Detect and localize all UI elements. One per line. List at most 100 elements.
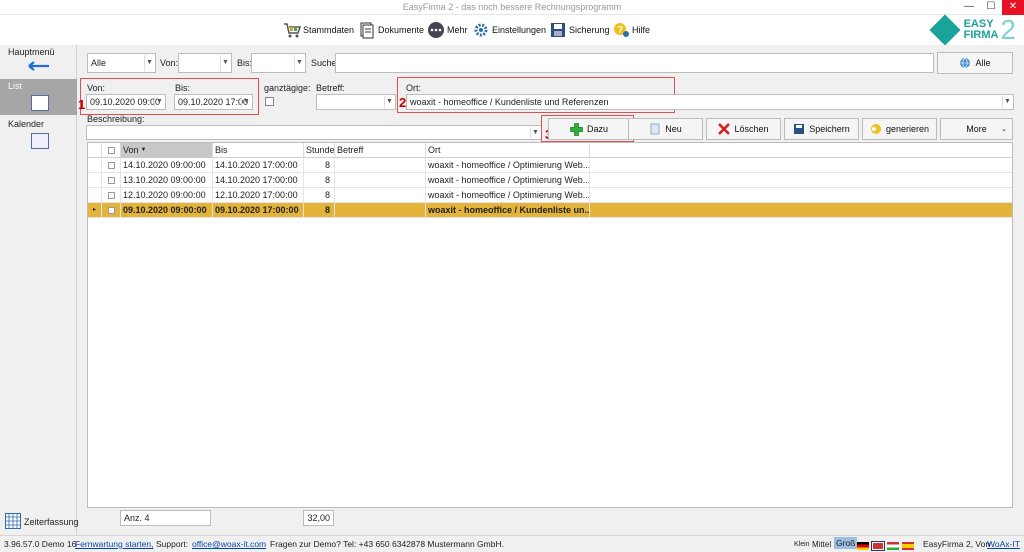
filter-von-date[interactable]: ▼: [178, 53, 232, 73]
flag-es-icon[interactable]: [902, 541, 914, 550]
table-row[interactable]: 12.10.2020 09:00:00 12.10.2020 17:00:00 …: [88, 188, 1012, 203]
cell-von: 09.10.2020 09:00:00: [121, 203, 213, 218]
timesheet-grid-icon[interactable]: [5, 513, 21, 529]
sidebar-calendar-label[interactable]: Kalender: [8, 119, 44, 129]
toolbar-stammdaten-label: Stammdaten: [303, 25, 355, 35]
table-row-selected[interactable]: ▸ 09.10.2020 09:00:00 09.10.2020 17:00:0…: [88, 203, 1012, 218]
row-checkbox[interactable]: [102, 188, 121, 203]
floppy-disk-icon: [794, 124, 805, 134]
ort-select[interactable]: woaxit - homeoffice / Kundenliste und Re…: [406, 94, 1014, 110]
toolbar-sicherung[interactable]: Sicherung: [549, 20, 610, 40]
flag-hu-icon[interactable]: [887, 541, 899, 550]
support-label: Support:: [156, 539, 189, 549]
chevron-down-icon: ⌄: [1001, 126, 1007, 133]
cell-bis: 09.10.2020 17:00:00: [213, 203, 304, 218]
column-header-stunde[interactable]: Stunde: [304, 143, 335, 158]
status-bar: 3.96.57.0 Demo 16 Fernwartung starten, S…: [0, 535, 1024, 552]
allday-checkbox[interactable]: [265, 97, 274, 106]
betreff-label: Betreff:: [316, 83, 345, 93]
generate-button[interactable]: generieren: [862, 118, 937, 140]
flag-uk-icon[interactable]: [871, 540, 885, 551]
minimize-button[interactable]: —: [958, 0, 980, 15]
chevron-down-icon: ▼: [144, 55, 154, 71]
size-small[interactable]: Klein: [794, 541, 810, 548]
new-button[interactable]: Neu: [628, 118, 703, 140]
arrow-left-icon[interactable]: [28, 61, 50, 71]
grid-header: Von ▼ Bis Stunde Betreff Ort: [88, 143, 1012, 158]
search-input[interactable]: [335, 53, 934, 73]
list-calendar-icon: [31, 95, 49, 111]
row-checkbox[interactable]: [102, 158, 121, 173]
brand-link[interactable]: WoAx-IT: [987, 539, 1020, 549]
left-sidebar: Hauptmenü List Kalender Zeiterfassung: [0, 45, 79, 535]
beschreibung-input[interactable]: ▼: [86, 125, 542, 140]
remote-support-link[interactable]: Fernwartung starten,: [75, 539, 153, 549]
calendar-icon[interactable]: [31, 133, 49, 149]
chevron-down-icon: ▼: [220, 55, 230, 71]
svg-text:?: ?: [618, 25, 624, 35]
sidebar-home-label[interactable]: Hauptmenü: [8, 47, 55, 57]
logo-diamond-icon: [929, 14, 961, 46]
allday-label: ganztägige:: [264, 83, 311, 93]
flag-de-icon[interactable]: [857, 541, 869, 550]
new-label: Neu: [665, 124, 682, 134]
table-row[interactable]: 14.10.2020 09:00:00 14.10.2020 17:00:00 …: [88, 158, 1012, 173]
toolbar-mehr[interactable]: Mehr: [427, 20, 468, 40]
size-large[interactable]: Groß: [834, 537, 858, 549]
more-label: More: [966, 124, 987, 134]
delete-button[interactable]: Löschen: [706, 118, 781, 140]
table-row[interactable]: 13.10.2020 09:00:00 14.10.2020 17:00:00 …: [88, 173, 1012, 188]
cell-ort: woaxit - homeoffice / Kundenliste un...: [426, 203, 590, 218]
delete-x-icon: [718, 123, 731, 135]
row-checkbox[interactable]: [102, 203, 121, 218]
support-email-link[interactable]: office@woax-it.com: [192, 539, 266, 549]
maximize-button[interactable]: ☐: [980, 0, 1002, 15]
column-header-ort[interactable]: Ort: [426, 143, 590, 158]
floppy-disk-icon: [551, 23, 565, 37]
show-all-button[interactable]: Alle: [937, 52, 1013, 74]
filter-von-label: Von:: [160, 58, 179, 68]
sidebar-item-list[interactable]: List: [0, 79, 77, 115]
ort-value: woaxit - homeoffice / Kundenliste und Re…: [410, 97, 609, 107]
betreff-select[interactable]: ▼: [316, 94, 396, 110]
cell-betreff: [335, 203, 426, 218]
toolbar-hilfe[interactable]: ? Hilfe: [612, 20, 650, 40]
gear-icon: [474, 23, 488, 37]
sidebar-time-label[interactable]: Zeiterfassung: [24, 517, 79, 527]
save-button[interactable]: Speichern: [784, 118, 859, 140]
toolbar-einstellungen[interactable]: Einstellungen: [472, 20, 546, 40]
cell-ort: woaxit - homeoffice / Optimierung Web...: [426, 173, 590, 188]
more-button[interactable]: More ⌄: [940, 118, 1013, 140]
title-bar: EasyFirma 2 - das noch bessere Rechnungs…: [0, 0, 1024, 15]
filter-bis-label: Bis:: [237, 58, 253, 68]
row-pointer-icon: ▸: [88, 203, 102, 218]
globe-icon: [960, 57, 971, 69]
new-document-icon: [650, 123, 660, 135]
toolbar-dokumente[interactable]: Dokumente: [358, 20, 424, 40]
row-indicator: [88, 173, 102, 188]
total-hours: 32,00: [303, 510, 334, 526]
cell-ort: woaxit - homeoffice / Optimierung Web...: [426, 188, 590, 203]
filter-mode-select[interactable]: Alle ▼: [87, 53, 156, 73]
add-button[interactable]: Dazu: [548, 118, 630, 140]
appointment-grid: Von ▼ Bis Stunde Betreff Ort 14.10.2020 0…: [87, 142, 1013, 508]
main-panel: Alle ▼ Von: ▼ Bis: ▼ Suche: Alle Von: 09.…: [78, 45, 1024, 535]
cell-bis: 14.10.2020 17:00:00: [213, 158, 304, 173]
row-count: Anz. 4: [120, 510, 211, 526]
generate-label: generieren: [885, 124, 930, 134]
close-button[interactable]: ✕: [1002, 0, 1024, 15]
filter-mode-value: Alle: [91, 58, 107, 68]
select-all-checkbox[interactable]: [102, 143, 121, 158]
column-header-bis[interactable]: Bis: [213, 143, 304, 158]
toolbar-stammdaten[interactable]: Stammdaten: [283, 20, 354, 40]
chevron-down-icon: ▼: [294, 55, 304, 71]
toolbar-dokumente-label: Dokumente: [378, 25, 425, 35]
size-medium[interactable]: Mittel: [812, 540, 831, 549]
row-checkbox[interactable]: [102, 173, 121, 188]
filter-bis-date[interactable]: ▼: [251, 53, 306, 73]
chevron-down-icon: ▼: [1002, 96, 1012, 108]
logo-text: EASY FIRMA: [964, 19, 999, 41]
column-header-von[interactable]: Von ▼: [121, 143, 213, 158]
column-header-von-label: Von: [123, 145, 139, 155]
column-header-betreff[interactable]: Betreff: [335, 143, 426, 158]
